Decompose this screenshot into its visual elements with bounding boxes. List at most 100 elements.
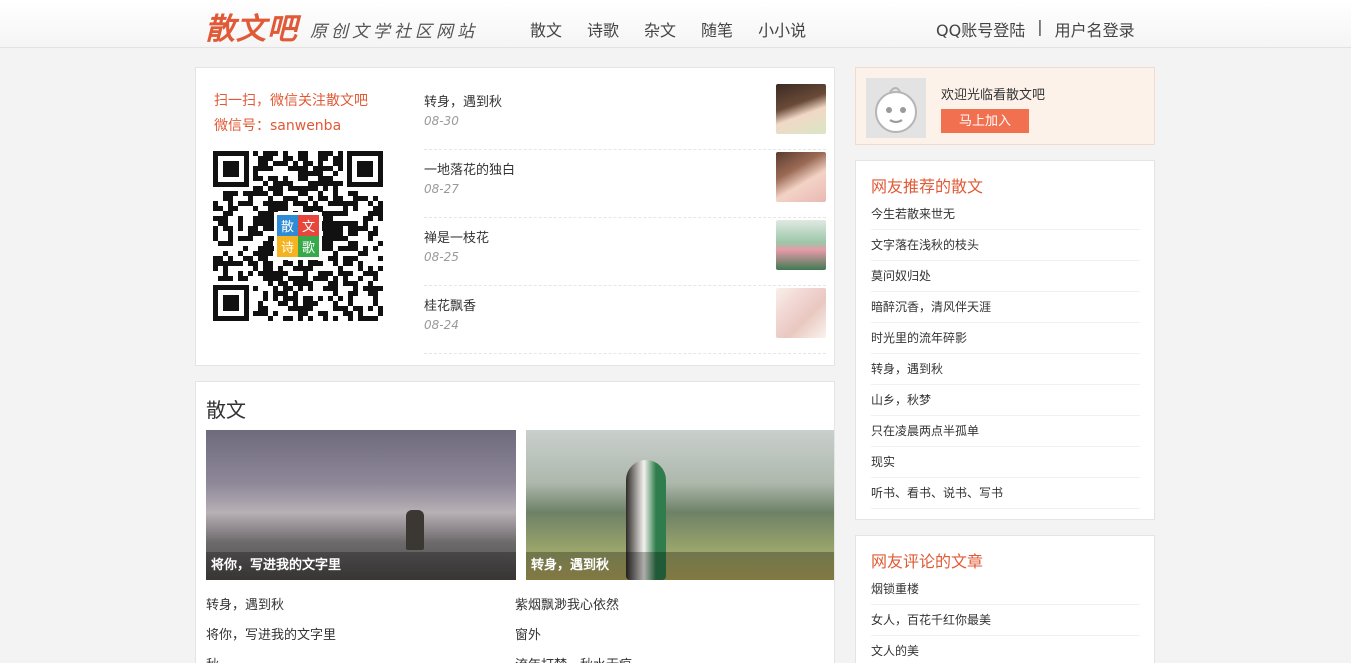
qr-module	[228, 241, 233, 246]
site-logo[interactable]: 散文吧	[205, 4, 298, 48]
qr-module	[328, 176, 333, 181]
list-item[interactable]: 文字落在浅秋的枝头	[871, 230, 1140, 261]
qr-module	[248, 256, 253, 261]
news-thumbnail[interactable]	[776, 288, 826, 338]
list-item[interactable]: 山乡，秋梦	[871, 385, 1140, 416]
list-item[interactable]: 文人的美	[871, 636, 1140, 663]
list-item[interactable]: 一地落花的独白 08-27	[424, 150, 826, 218]
qr-module	[273, 206, 278, 211]
join-button[interactable]: 马上加入	[941, 109, 1029, 133]
qr-module	[263, 221, 268, 226]
qr-module	[303, 166, 308, 171]
qr-module	[333, 171, 338, 176]
username-login-link[interactable]: 用户名登录	[1055, 17, 1135, 41]
list-item[interactable]: 莫问奴归处	[871, 261, 1140, 292]
article-link[interactable]: 将你，写进我的文字里	[206, 621, 336, 651]
qr-module	[283, 181, 288, 186]
qr-module	[353, 201, 358, 206]
news-thumbnail[interactable]	[776, 152, 826, 202]
login-separator: |	[1037, 17, 1043, 36]
qr-module	[308, 281, 313, 286]
list-item[interactable]: 现实	[871, 447, 1140, 478]
qr-module	[328, 151, 333, 156]
list-item[interactable]: 今生若散来世无	[871, 199, 1140, 230]
qr-module	[218, 216, 223, 221]
qr-module	[298, 316, 303, 321]
qr-module	[288, 156, 293, 161]
qr-module	[253, 311, 258, 316]
qr-module	[258, 191, 263, 196]
article-link[interactable]: 窗外	[515, 621, 632, 651]
news-thumbnail[interactable]	[776, 220, 826, 270]
feature-card[interactable]: 转身，遇到秋	[526, 430, 834, 580]
qr-module	[368, 286, 373, 291]
article-link[interactable]: 流年打梦，秋水无痕	[515, 651, 632, 663]
qr-module	[268, 206, 273, 211]
qr-module	[363, 216, 368, 221]
qr-module	[263, 266, 268, 271]
qr-module	[373, 286, 378, 291]
qr-module	[378, 266, 383, 271]
news-title[interactable]: 转身，遇到秋	[424, 91, 502, 110]
qr-module	[308, 306, 313, 311]
list-item[interactable]: 时光里的流年碎影	[871, 323, 1140, 354]
qr-module	[318, 296, 323, 301]
qr-module	[228, 191, 233, 196]
list-item[interactable]: 转身，遇到秋 08-30	[424, 82, 826, 150]
qr-module	[298, 156, 303, 161]
news-title[interactable]: 桂花飘香	[424, 295, 476, 314]
qr-module	[318, 176, 323, 181]
nav-item-poetry[interactable]: 诗歌	[587, 17, 619, 41]
feature-card[interactable]: 将你，写进我的文字里	[206, 430, 516, 580]
qr-module	[318, 191, 323, 196]
list-item[interactable]: 女人，百花千红你最美	[871, 605, 1140, 636]
qr-module	[258, 161, 263, 166]
feature-caption[interactable]: 将你，写进我的文字里	[206, 552, 516, 580]
nav-item-fiction[interactable]: 小小说	[758, 17, 806, 41]
list-item[interactable]: 听书、看书、说书、写书	[871, 478, 1140, 509]
news-title[interactable]: 禅是一枝花	[424, 227, 489, 246]
qr-module	[323, 271, 328, 276]
list-item[interactable]: 暗醉沉香，清风伴天涯	[871, 292, 1140, 323]
nav-item-essay[interactable]: 杂文	[644, 17, 676, 41]
qr-module	[283, 201, 288, 206]
qr-module	[278, 206, 283, 211]
list-item[interactable]: 转身，遇到秋	[871, 354, 1140, 385]
qr-module	[258, 251, 263, 256]
list-item[interactable]: 桂花飘香 08-24	[424, 286, 826, 354]
qr-module	[328, 246, 333, 251]
qr-module	[378, 286, 383, 291]
list-item[interactable]: 只在凌晨两点半孤单	[871, 416, 1140, 447]
qr-module	[323, 286, 328, 291]
qq-login-link[interactable]: QQ账号登陆	[936, 17, 1025, 41]
nav-item-prose[interactable]: 散文	[530, 17, 562, 41]
section-title: 散文	[206, 398, 246, 422]
article-link[interactable]: 秋	[206, 651, 336, 663]
article-link[interactable]: 紫烟飘渺我心依然	[515, 591, 632, 621]
nav-item-notes[interactable]: 随笔	[701, 17, 733, 41]
qr-module	[253, 166, 258, 171]
qr-module	[223, 191, 228, 196]
qr-module	[253, 266, 258, 271]
news-thumbnail[interactable]	[776, 84, 826, 134]
qr-module	[318, 151, 323, 156]
qr-module	[333, 251, 338, 256]
qr-module	[258, 216, 263, 221]
qr-module	[223, 276, 228, 281]
qr-module	[338, 211, 343, 216]
qr-module	[328, 226, 333, 231]
qr-module	[243, 246, 248, 251]
list-item[interactable]: 烟锁重楼	[871, 574, 1140, 605]
qr-module	[348, 261, 353, 266]
qr-module	[278, 301, 283, 306]
qr-module	[328, 271, 333, 276]
list-item[interactable]: 禅是一枝花 08-25	[424, 218, 826, 286]
feature-caption[interactable]: 转身，遇到秋	[526, 552, 834, 580]
qr-module	[213, 216, 218, 221]
qr-module	[293, 266, 298, 271]
qr-logo-char: 诗	[281, 241, 294, 256]
news-title[interactable]: 一地落花的独白	[424, 159, 515, 178]
qr-module	[303, 151, 308, 156]
article-link[interactable]: 转身，遇到秋	[206, 591, 336, 621]
qr-module	[278, 291, 283, 296]
